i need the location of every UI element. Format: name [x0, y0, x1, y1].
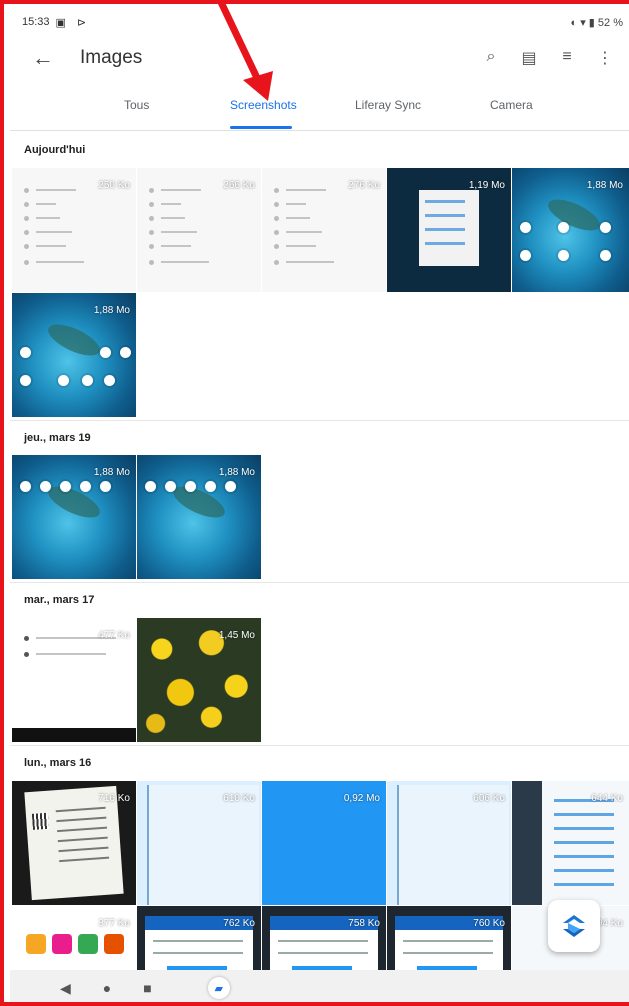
- thumbnail[interactable]: 644 Ko: [512, 781, 629, 905]
- file-size: 1,88 Mo: [218, 467, 255, 478]
- file-size: 1,45 Mo: [218, 630, 255, 641]
- file-size: 377 Ko: [98, 918, 130, 929]
- thumbnail[interactable]: 276 Ko: [262, 168, 386, 292]
- file-size: 1,88 Mo: [586, 180, 623, 191]
- thumbnail[interactable]: 1,45 Mo: [137, 618, 261, 742]
- file-size: 762 Ko: [223, 918, 255, 929]
- file-size: 716 Ko: [98, 793, 130, 804]
- file-size: 1,19 Mo: [468, 180, 505, 191]
- file-size: 760 Ko: [473, 918, 505, 929]
- file-size: 250 Ko: [98, 180, 130, 191]
- thumbnail[interactable]: 762 Ko: [137, 906, 261, 970]
- signal-icon: ◐ ▾ ▮: [570, 16, 595, 29]
- toolbar-actions: ⌕ ▤ ≡ ⋮: [481, 48, 615, 68]
- section-title: lun., mars 16: [24, 757, 92, 769]
- thumbnail[interactable]: 1,19 Mo: [387, 168, 511, 292]
- thumbnail[interactable]: 250 Ko: [12, 168, 136, 292]
- thumbnail[interactable]: 716 Ko: [12, 781, 136, 905]
- thumbnail[interactable]: 760 Ko: [387, 906, 511, 970]
- more-options-icon[interactable]: ⋮: [595, 48, 615, 68]
- sync-app-icon[interactable]: [548, 900, 600, 952]
- file-size: 644 Ko: [591, 793, 623, 804]
- file-size: 276 Ko: [348, 180, 380, 191]
- section-title: mar., mars 17: [24, 594, 95, 606]
- thumbnail[interactable]: 1,88 Mo: [512, 168, 629, 292]
- tab-camera[interactable]: Camera: [490, 98, 533, 112]
- thumbnail[interactable]: 606 Ko: [387, 781, 511, 905]
- thumbnail[interactable]: 1,88 Mo: [137, 455, 261, 579]
- section-title: Aujourd'hui: [24, 144, 86, 156]
- section-divider: [10, 420, 629, 421]
- thumbnail[interactable]: 1,88 Mo: [12, 455, 136, 579]
- thumbnail[interactable]: 610 Ko: [137, 781, 261, 905]
- notification-icons: ▣ ⊳: [55, 16, 91, 29]
- thumbnail[interactable]: 266 Ko: [137, 168, 261, 292]
- file-size: 758 Ko: [348, 918, 380, 929]
- sort-icon[interactable]: ≡: [557, 48, 577, 68]
- file-size: 266 Ko: [223, 180, 255, 191]
- sync-logo-icon: [563, 915, 585, 937]
- app-bar: ← Images ⌕ ▤ ≡ ⋮: [10, 34, 629, 82]
- back-arrow-icon[interactable]: ←: [32, 45, 54, 71]
- files-app-icon[interactable]: ▰: [207, 977, 230, 999]
- view-list-icon[interactable]: ▤: [519, 48, 539, 68]
- section-divider: [10, 745, 629, 746]
- status-time: 15:33: [22, 16, 50, 28]
- nav-recents-icon[interactable]: ■: [143, 980, 151, 996]
- file-size: 606 Ko: [473, 793, 505, 804]
- section-divider: [10, 582, 629, 583]
- file-size: 610 Ko: [223, 793, 255, 804]
- status-right: ◐ ▾ ▮ 52 %: [571, 16, 623, 29]
- status-bar: 15:33 ▣ ⊳ ◐ ▾ ▮ 52 %: [10, 10, 629, 34]
- nav-home-icon[interactable]: ●: [103, 980, 111, 996]
- file-size: 1,88 Mo: [93, 467, 130, 478]
- file-size: 1,88 Mo: [93, 305, 130, 316]
- tab-bar: Tous Screenshots Liferay Sync Camera: [10, 88, 629, 131]
- thumbnail[interactable]: 0,92 Mo: [262, 781, 386, 905]
- file-size: 477 Ko: [98, 630, 130, 641]
- page-title: Images: [80, 47, 143, 68]
- search-icon[interactable]: ⌕: [481, 48, 501, 68]
- nav-back-icon[interactable]: ◀: [60, 980, 71, 997]
- tab-tous[interactable]: Tous: [124, 98, 149, 112]
- file-size: 0,92 Mo: [343, 793, 380, 804]
- section-title: jeu., mars 19: [24, 432, 91, 444]
- thumbnail[interactable]: 758 Ko: [262, 906, 386, 970]
- battery-level: 52 %: [597, 16, 623, 29]
- thumbnail[interactable]: 477 Ko: [12, 618, 136, 742]
- system-nav-bar: ◀ ● ■ ▰: [10, 970, 629, 1006]
- tab-screenshots[interactable]: Screenshots: [230, 98, 297, 112]
- active-tab-indicator: [230, 126, 292, 129]
- thumbnail[interactable]: 1,88 Mo: [12, 293, 136, 417]
- thumbnail[interactable]: 377 Ko: [12, 906, 136, 970]
- tab-liferay-sync[interactable]: Liferay Sync: [355, 98, 421, 112]
